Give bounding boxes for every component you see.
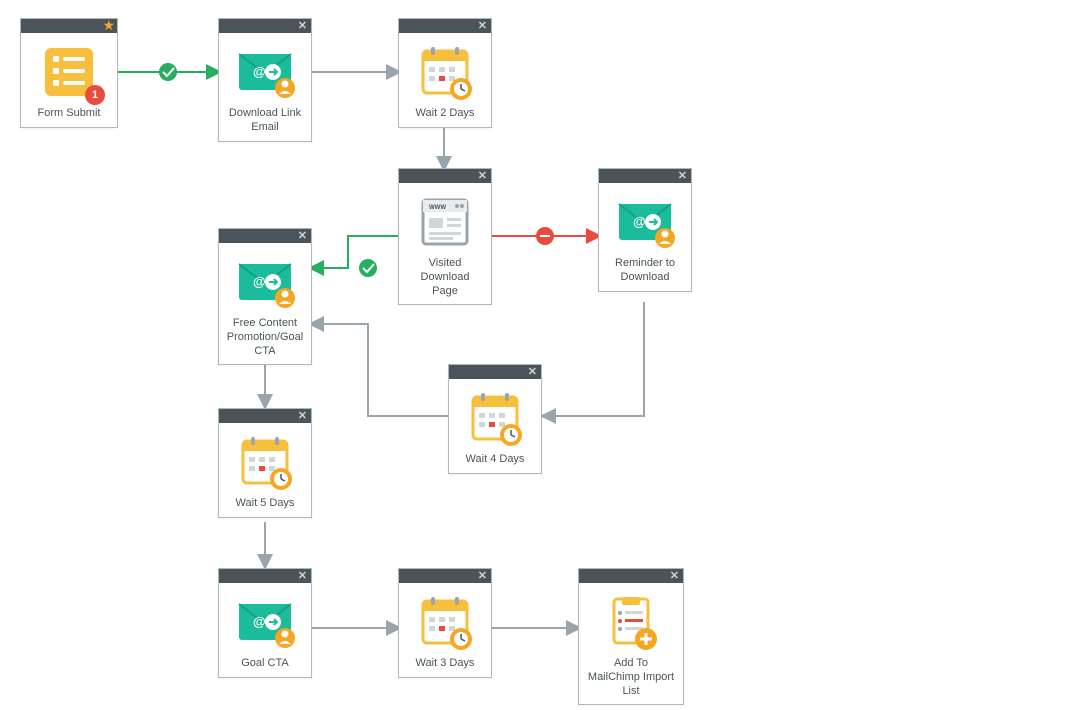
email-icon: @ <box>231 591 299 653</box>
connectors <box>0 0 1088 710</box>
node-header: ✕ <box>219 569 311 583</box>
badge-count: 1 <box>85 85 105 105</box>
workflow-canvas[interactable]: ★ 1 Form Submit ✕ @ Download Link Email … <box>0 0 1088 710</box>
node-free-content-promotion[interactable]: ✕ @ Free Content Promotion/Goal CTA <box>218 228 312 365</box>
email-icon: @ <box>611 191 679 253</box>
svg-text:WWW: WWW <box>429 205 446 211</box>
calendar-clock-icon <box>411 591 479 653</box>
webpage-icon: WWW <box>411 191 479 253</box>
node-header: ✕ <box>579 569 683 583</box>
svg-text:@: @ <box>253 614 266 629</box>
node-header: ✕ <box>219 409 311 423</box>
close-icon[interactable]: ✕ <box>478 20 487 32</box>
node-wait-2-days[interactable]: ✕ Wait 2 Days <box>398 18 492 128</box>
node-reminder-to-download[interactable]: ✕ @ Reminder to Download <box>598 168 692 292</box>
node-label: Wait 2 Days <box>414 107 477 121</box>
node-label: Download Link Email <box>225 107 305 135</box>
svg-text:@: @ <box>253 274 266 289</box>
node-header: ✕ <box>219 229 311 243</box>
node-label: Reminder to Download <box>605 257 685 285</box>
node-goal-cta[interactable]: ✕ @ Goal CTA <box>218 568 312 678</box>
node-add-to-mailchimp[interactable]: ✕ Add To MailChimp Import List <box>578 568 684 705</box>
node-label: Form Submit <box>36 107 103 121</box>
node-label: Wait 4 Days <box>464 453 527 467</box>
close-icon[interactable]: ✕ <box>298 410 307 422</box>
node-label: Wait 3 Days <box>414 657 477 671</box>
svg-text:@: @ <box>633 214 646 229</box>
star-icon: ★ <box>102 17 115 34</box>
node-wait-5-days[interactable]: ✕ Wait 5 Days <box>218 408 312 518</box>
svg-text:@: @ <box>253 64 266 79</box>
email-icon: @ <box>231 41 299 103</box>
close-icon[interactable]: ✕ <box>298 230 307 242</box>
node-form-submit[interactable]: ★ 1 Form Submit <box>20 18 118 128</box>
close-icon[interactable]: ✕ <box>678 170 687 182</box>
calendar-clock-icon <box>461 387 529 449</box>
node-header: ✕ <box>219 19 311 33</box>
node-label: Visited Download Page <box>405 257 485 298</box>
node-label: Goal CTA <box>239 657 290 671</box>
node-header: ★ <box>21 19 117 33</box>
node-wait-4-days[interactable]: ✕ Wait 4 Days <box>448 364 542 474</box>
node-header: ✕ <box>449 365 541 379</box>
close-icon[interactable]: ✕ <box>298 20 307 32</box>
close-icon[interactable]: ✕ <box>298 570 307 582</box>
node-label: Free Content Promotion/Goal CTA <box>225 317 305 358</box>
node-header: ✕ <box>399 569 491 583</box>
form-icon: 1 <box>35 41 103 103</box>
node-label: Add To MailChimp Import List <box>585 657 677 698</box>
close-icon[interactable]: ✕ <box>478 570 487 582</box>
close-icon[interactable]: ✕ <box>528 366 537 378</box>
node-visited-download-page[interactable]: ✕ WWW Visited Download Page <box>398 168 492 305</box>
node-header: ✕ <box>399 169 491 183</box>
node-header: ✕ <box>399 19 491 33</box>
close-icon[interactable]: ✕ <box>670 570 679 582</box>
node-download-link-email[interactable]: ✕ @ Download Link Email <box>218 18 312 142</box>
email-icon: @ <box>231 251 299 313</box>
calendar-clock-icon <box>411 41 479 103</box>
node-header: ✕ <box>599 169 691 183</box>
calendar-clock-icon <box>231 431 299 493</box>
node-wait-3-days[interactable]: ✕ Wait 3 Days <box>398 568 492 678</box>
list-plus-icon <box>597 591 665 653</box>
node-label: Wait 5 Days <box>234 497 297 511</box>
close-icon[interactable]: ✕ <box>478 170 487 182</box>
